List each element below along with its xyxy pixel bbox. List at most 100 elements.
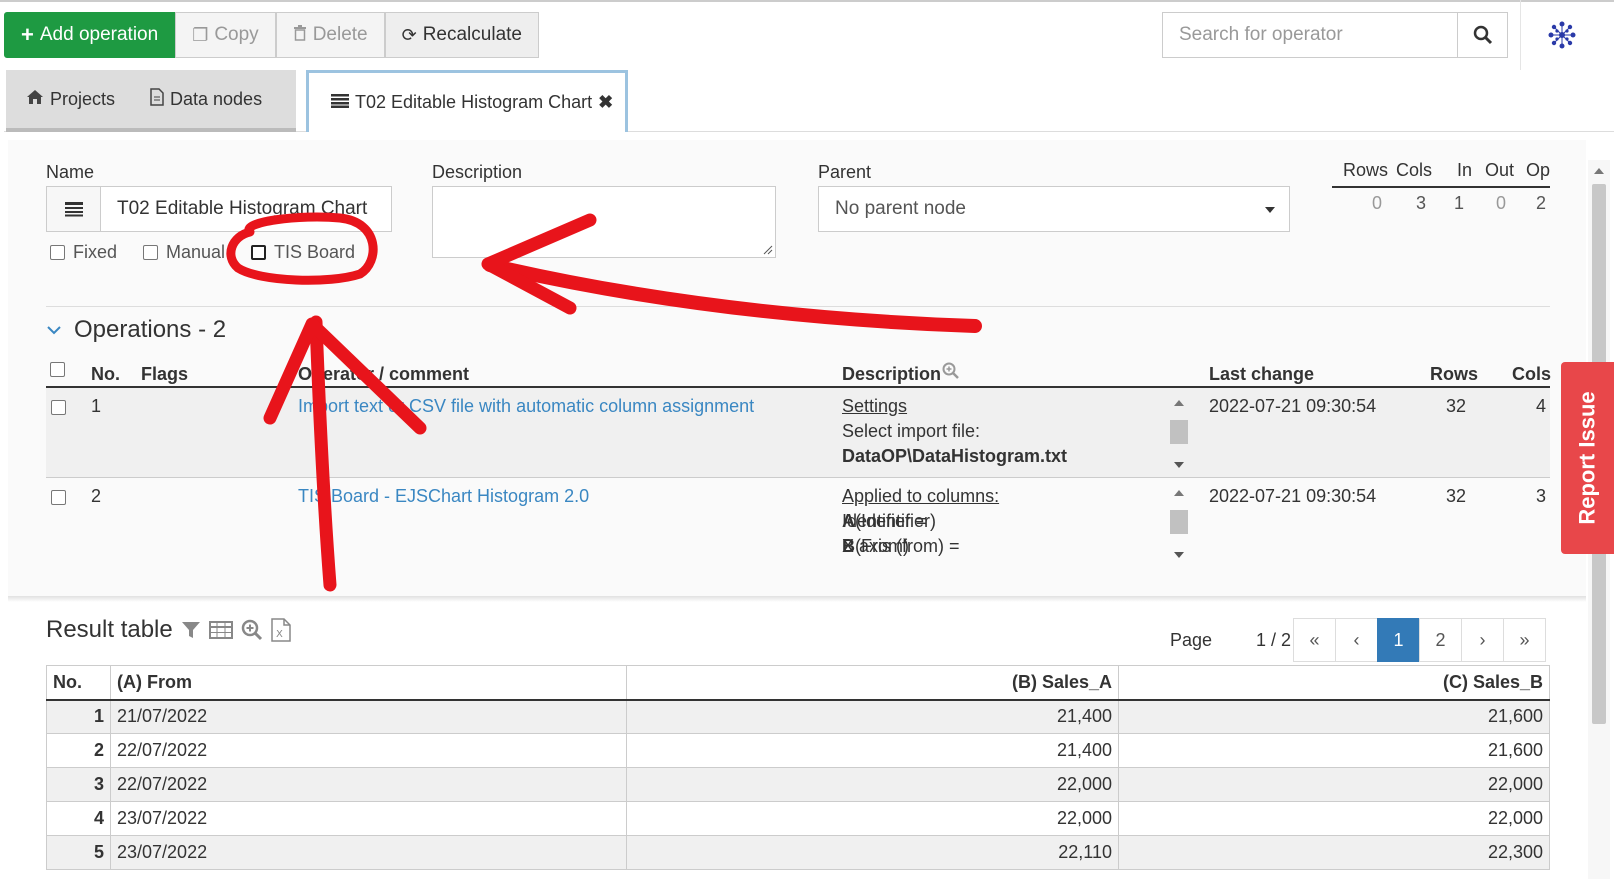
- table-row[interactable]: 5 23/07/2022 22,110 22,300: [46, 835, 1550, 870]
- op-cols: 4: [1536, 396, 1547, 416]
- search-button[interactable]: [1457, 13, 1507, 57]
- scroll-down-icon[interactable]: [1174, 462, 1184, 468]
- operation-row[interactable]: 1 Import text or CSV file with automatic…: [46, 388, 1550, 478]
- page-2-button[interactable]: 2: [1419, 618, 1462, 662]
- page-prev-button[interactable]: ‹: [1335, 618, 1378, 662]
- stat-op: 2: [1535, 192, 1546, 213]
- page-1-button[interactable]: 1: [1377, 618, 1420, 662]
- result-divider: [8, 596, 1586, 602]
- parent-value: No parent node: [835, 198, 966, 219]
- svg-text:X: X: [276, 629, 283, 640]
- fixed-checkbox[interactable]: Fixed: [50, 242, 117, 263]
- table-row[interactable]: 2 22/07/2022 21,400 21,600: [46, 733, 1550, 768]
- table-row[interactable]: 3 22/07/2022 22,000 22,000: [46, 767, 1550, 802]
- operator-link[interactable]: TIS Board - EJSChart Histogram 2.0: [298, 486, 589, 507]
- scroll-thumb[interactable]: [1170, 420, 1188, 444]
- report-issue-button[interactable]: Report Issue: [1561, 362, 1614, 554]
- desc-scrollbar[interactable]: [1168, 488, 1190, 560]
- filter-icon[interactable]: [181, 620, 201, 640]
- op-no: 1: [91, 396, 102, 416]
- row-checkbox[interactable]: [51, 490, 66, 505]
- table-row[interactable]: 1 21/07/2022 21,400 21,600: [46, 699, 1550, 734]
- tab-active-label: T02 Editable Histogram Chart: [355, 92, 593, 112]
- recalculate-label: Recalculate: [422, 24, 522, 45]
- name-field[interactable]: T02 Editable Histogram Chart: [46, 186, 392, 232]
- stat-header-in: In: [1456, 160, 1472, 180]
- select-all-checkbox[interactable]: [50, 362, 65, 377]
- tab-t02-editable-histogram-chart[interactable]: T02 Editable Histogram Chart ✖: [306, 70, 628, 132]
- plus-icon: +: [21, 22, 34, 47]
- report-issue-label: Report Issue: [1574, 391, 1600, 525]
- desc-heading[interactable]: Applied to columns:: [842, 486, 999, 506]
- toolbar: + Add operation ❐ Copy Delete ⟳ Recalcul…: [4, 12, 539, 58]
- manual-label: Manual: [166, 242, 226, 262]
- copy-button[interactable]: ❐ Copy: [175, 12, 276, 58]
- fixed-checkbox-box[interactable]: [50, 245, 65, 260]
- tab-projects[interactable]: Projects: [6, 70, 148, 132]
- table-row[interactable]: 4 23/07/2022 22,000 22,000: [46, 801, 1550, 836]
- desc-text: (From): [855, 536, 909, 556]
- home-icon: [26, 89, 44, 110]
- col-last-change: Last change: [1209, 364, 1315, 384]
- cell-sales-b: 21,600: [1118, 733, 1550, 768]
- cell-no: 1: [46, 699, 111, 734]
- chevron-down-icon[interactable]: [46, 325, 62, 335]
- col-header-sales-b[interactable]: (C) Sales_B: [1118, 665, 1550, 701]
- table-icon[interactable]: [208, 620, 233, 640]
- cell-sales-b: 22,000: [1118, 767, 1550, 802]
- tab-data-nodes[interactable]: Data nodes: [148, 70, 296, 132]
- row-checkbox[interactable]: [51, 400, 66, 415]
- recalculate-button[interactable]: ⟳ Recalculate: [384, 12, 539, 58]
- scroll-thumb[interactable]: [1170, 510, 1188, 534]
- name-label: Name: [46, 162, 95, 182]
- delete-button[interactable]: Delete: [275, 12, 385, 58]
- operations-header[interactable]: Operations - 2: [46, 316, 226, 344]
- node-stats: Rows Cols In Out Op 0 3 1 0 2: [1332, 160, 1550, 218]
- cell-sales-a: 22,110: [626, 835, 1119, 870]
- operations-title: Operations - 2: [74, 316, 227, 343]
- tab-projects-label: Projects: [50, 88, 116, 109]
- col-header-no[interactable]: No.: [46, 665, 111, 701]
- search-input[interactable]: [1163, 13, 1457, 57]
- col-header-sales-a[interactable]: (B) Sales_A: [626, 665, 1119, 701]
- manual-checkbox-box[interactable]: [143, 245, 158, 260]
- scroll-up-icon[interactable]: [1174, 400, 1184, 406]
- close-tab-icon[interactable]: ✖: [598, 92, 613, 113]
- file-icon: [150, 87, 164, 111]
- stat-header-out: Out: [1484, 160, 1514, 180]
- scroll-up-icon[interactable]: [1594, 168, 1604, 174]
- header-divider: [1520, 0, 1521, 70]
- cell-sales-a: 21,400: [626, 733, 1119, 768]
- tis-board-label: TIS Board: [274, 242, 356, 262]
- operation-row[interactable]: 2 TIS Board - EJSChart Histogram 2.0 App…: [46, 478, 1550, 568]
- op-cols: 3: [1536, 486, 1547, 506]
- fixed-label: Fixed: [73, 242, 118, 262]
- col-header-from[interactable]: (A) From: [110, 665, 627, 701]
- stat-rows: 0: [1371, 192, 1382, 213]
- parent-select[interactable]: No parent node: [818, 186, 1290, 232]
- tis-board-checkbox[interactable]: TIS Board: [251, 242, 355, 263]
- tis-board-checkbox-box[interactable]: [251, 245, 266, 260]
- pagination: « ‹ 1 2 › »: [1293, 618, 1546, 662]
- page-first-button[interactable]: «: [1293, 618, 1336, 662]
- zoom-icon[interactable]: [942, 362, 960, 385]
- page-next-button[interactable]: ›: [1461, 618, 1504, 662]
- scroll-up-icon[interactable]: [1174, 490, 1184, 496]
- scroll-down-icon[interactable]: [1174, 552, 1184, 558]
- desc-heading[interactable]: Settings: [842, 396, 907, 416]
- cell-sales-a: 22,000: [626, 801, 1119, 836]
- page-label: Page: [1170, 630, 1213, 650]
- cell-from: 23/07/2022: [110, 801, 627, 836]
- page-last-button[interactable]: »: [1503, 618, 1546, 662]
- zoom-in-icon[interactable]: [241, 619, 263, 641]
- add-operation-button[interactable]: + Add operation: [4, 12, 176, 58]
- resize-handle-icon[interactable]: [763, 245, 773, 255]
- manual-checkbox[interactable]: Manual: [143, 242, 225, 263]
- col-no: No.: [91, 364, 120, 384]
- description-textarea[interactable]: [432, 186, 776, 258]
- desc-scrollbar[interactable]: [1168, 398, 1190, 470]
- parent-label: Parent: [818, 162, 872, 182]
- desc-text: (Identifier): [855, 511, 937, 531]
- excel-export-icon[interactable]: X: [271, 618, 291, 642]
- operator-link[interactable]: Import text or CSV file with automatic c…: [298, 396, 754, 417]
